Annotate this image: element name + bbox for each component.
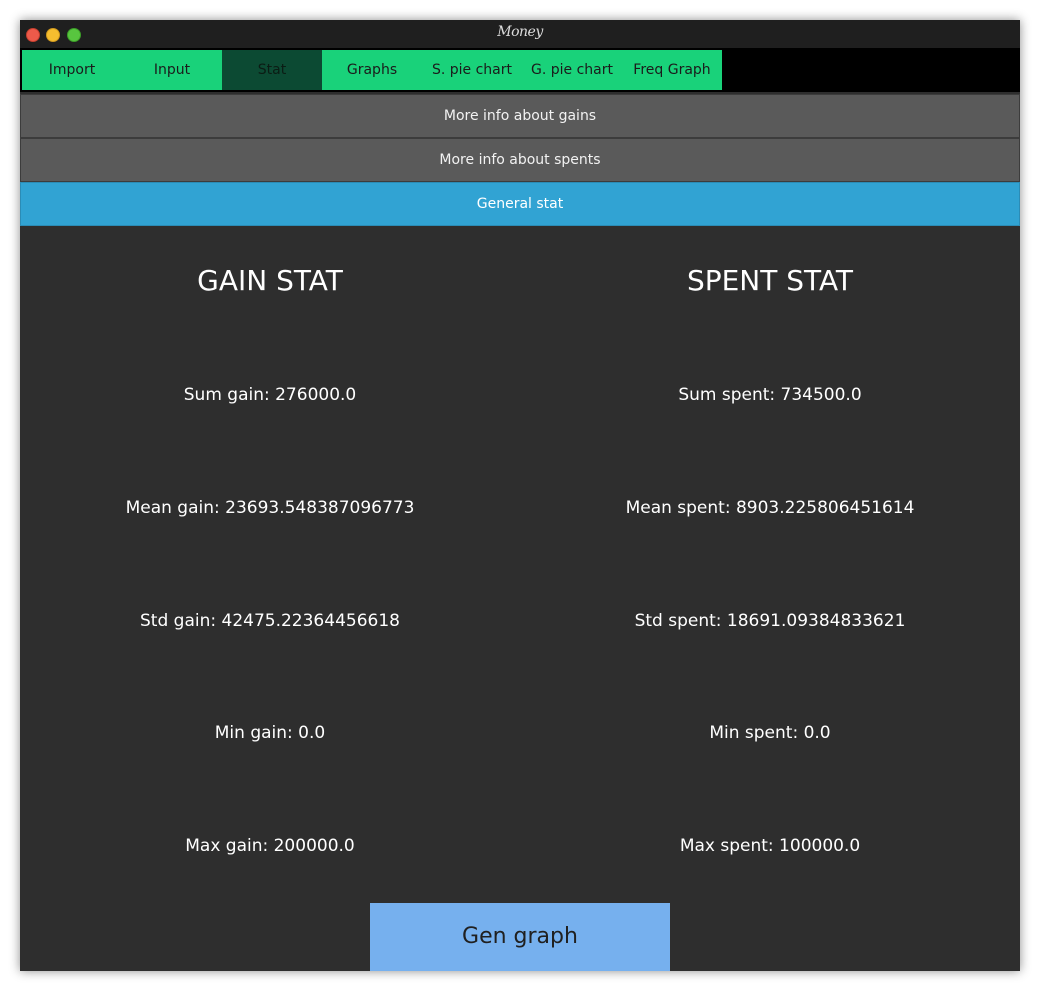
tab-s-pie-chart[interactable]: S. pie chart (422, 50, 522, 90)
mean-gain-text: Mean gain: 23693.548387096773 (125, 498, 415, 518)
gen-graph-button[interactable]: Gen graph (370, 903, 670, 971)
sum-spent-text: Sum spent: 734500.0 (678, 385, 862, 405)
sum-gain-text: Sum gain: 276000.0 (183, 385, 357, 405)
tab-freq-graph[interactable]: Freq Graph (622, 50, 722, 90)
more-info-gains-button[interactable]: More info about gains (20, 94, 1020, 138)
tab-graphs[interactable]: Graphs (322, 50, 422, 90)
min-gain-text: Min gain: 0.0 (214, 723, 326, 743)
tab-stat[interactable]: Stat (222, 50, 322, 90)
std-gain-text: Std gain: 42475.22364456618 (140, 611, 400, 631)
app-window: Money Import Input Stat Graphs S. pie ch… (20, 20, 1020, 971)
max-spent-text: Max spent: 100000.0 (679, 836, 861, 856)
tab-input[interactable]: Input (122, 50, 222, 90)
min-spent-text: Min spent: 0.0 (709, 723, 831, 743)
more-info-spents-button[interactable]: More info about spents (20, 138, 1020, 182)
general-stat-button[interactable]: General stat (20, 182, 1020, 226)
gain-stat-heading: GAIN STAT (197, 264, 343, 297)
spent-stat-heading: SPENT STAT (686, 264, 854, 297)
title-bar: Money (20, 20, 1020, 48)
tab-import[interactable]: Import (22, 50, 122, 90)
std-spent-text: Std spent: 18691.09384833621 (634, 611, 906, 631)
mean-spent-text: Mean spent: 8903.225806451614 (625, 498, 915, 518)
max-gain-text: Max gain: 200000.0 (185, 836, 355, 856)
tab-bar: Import Input Stat Graphs S. pie chart G.… (20, 48, 1020, 92)
window-title: Money (497, 24, 543, 40)
tab-g-pie-chart[interactable]: G. pie chart (522, 50, 622, 90)
